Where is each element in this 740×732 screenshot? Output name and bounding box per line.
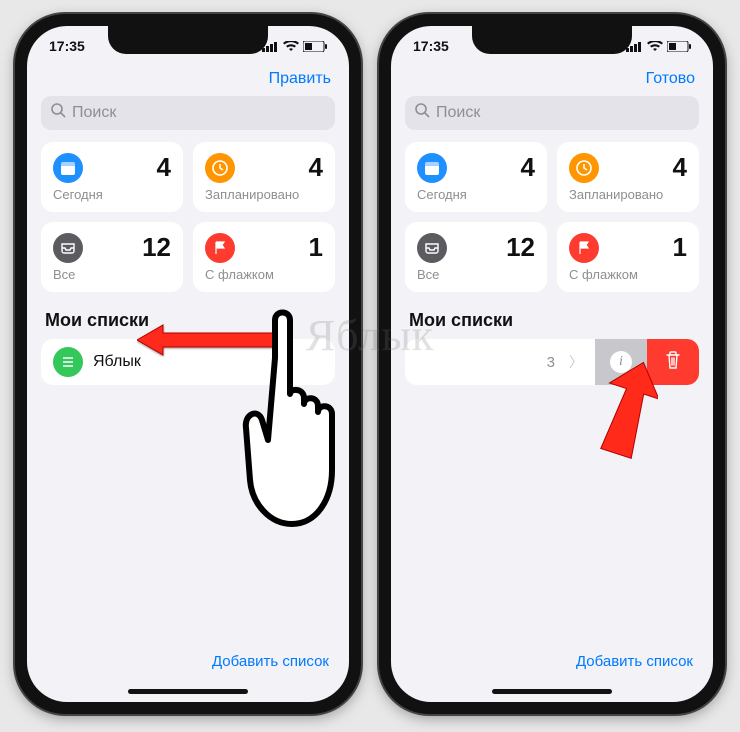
section-title: Мои списки [27,292,349,339]
list-item-swiped[interactable]: 3 〉 i [405,339,699,385]
screen-left: 17:35 Править Поиск 4 [27,26,349,702]
battery-icon [667,41,691,52]
summary-grid: 4 Сегодня 4 Запланировано 12 [27,142,349,292]
chevron-right-icon: 〉 [569,352,583,372]
card-count: 12 [506,232,535,263]
info-action-button[interactable]: i [595,339,647,385]
wifi-icon [283,41,299,52]
card-count: 4 [309,152,323,183]
delete-action-button[interactable] [647,339,699,385]
screen-right: 17:35 Готово Поиск 4 [391,26,713,702]
card-label: С флажком [205,267,323,282]
card-flagged[interactable]: 1 С флажком [193,222,335,292]
home-indicator[interactable] [492,689,612,694]
card-count: 4 [673,152,687,183]
search-input[interactable]: Поиск [405,96,699,130]
card-label: Сегодня [417,187,535,202]
card-flagged[interactable]: 1 С флажком [557,222,699,292]
flag-icon [205,233,235,263]
calendar-icon [53,153,83,183]
inbox-icon [417,233,447,263]
edit-button[interactable]: Править [269,70,331,88]
search-placeholder: Поиск [72,104,116,122]
notch [108,26,268,54]
phone-right: 17:35 Готово Поиск 4 [379,14,725,714]
card-label: Все [417,267,535,282]
search-icon [415,103,430,123]
card-label: Запланировано [205,187,323,202]
navbar: Править [27,66,349,96]
add-list-button[interactable]: Добавить список [576,653,693,670]
calendar-icon [417,153,447,183]
wifi-icon [647,41,663,52]
trash-icon [664,350,682,375]
clock-icon [569,153,599,183]
summary-grid: 4 Сегодня 4 Запланировано 12 [391,142,713,292]
battery-icon [303,41,327,52]
flag-icon [569,233,599,263]
home-indicator[interactable] [128,689,248,694]
list-icon [53,347,83,377]
search-icon [51,103,66,123]
status-time: 17:35 [413,38,449,54]
list-name: Яблык [93,353,141,371]
card-scheduled[interactable]: 4 Запланировано [557,142,699,212]
card-today[interactable]: 4 Сегодня [405,142,547,212]
card-count: 1 [673,232,687,263]
card-label: Все [53,267,171,282]
section-title: Мои списки [391,292,713,339]
list-count: 3 [547,354,555,371]
status-time: 17:35 [49,38,85,54]
card-all[interactable]: 12 Все [41,222,183,292]
card-label: С флажком [569,267,687,282]
info-icon: i [610,351,632,373]
phone-left: 17:35 Править Поиск 4 [15,14,361,714]
status-indicators [626,41,691,52]
search-placeholder: Поиск [436,104,480,122]
card-label: Запланировано [569,187,687,202]
card-count: 12 [142,232,171,263]
card-all[interactable]: 12 Все [405,222,547,292]
card-scheduled[interactable]: 4 Запланировано [193,142,335,212]
inbox-icon [53,233,83,263]
list-item[interactable]: Яблык [41,339,335,385]
card-count: 4 [521,152,535,183]
card-label: Сегодня [53,187,171,202]
done-button[interactable]: Готово [646,70,695,88]
list-container: Яблык [41,339,335,385]
card-count: 4 [157,152,171,183]
status-indicators [262,41,327,52]
clock-icon [205,153,235,183]
navbar: Готово [391,66,713,96]
swipe-actions: i [595,339,699,385]
search-input[interactable]: Поиск [41,96,335,130]
card-count: 1 [309,232,323,263]
card-today[interactable]: 4 Сегодня [41,142,183,212]
notch [472,26,632,54]
add-list-button[interactable]: Добавить список [212,653,329,670]
